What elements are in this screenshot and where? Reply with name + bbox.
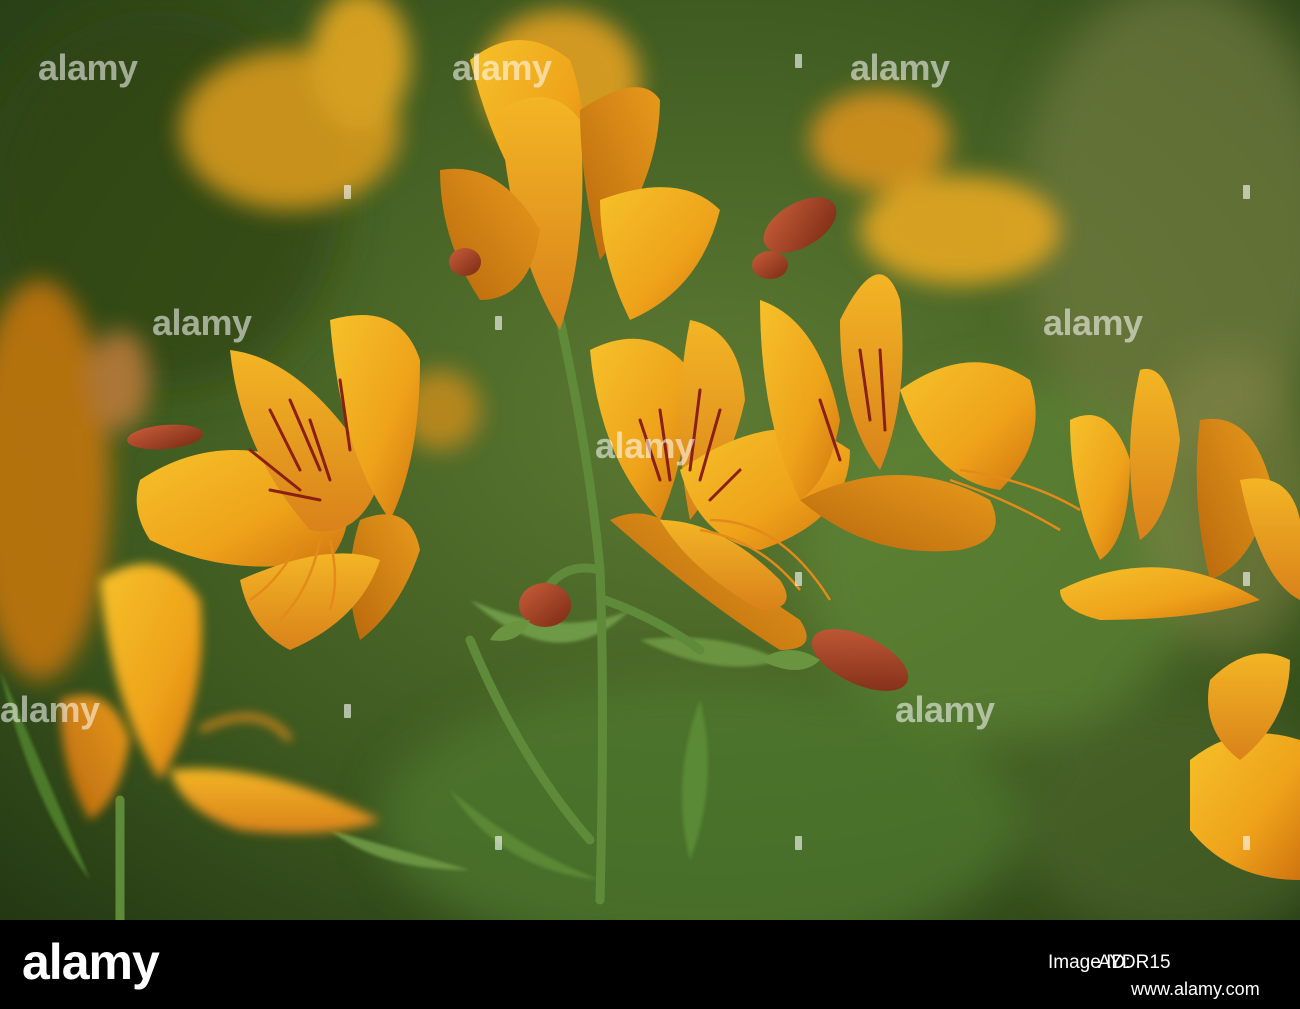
site-url[interactable]: www.alamy.com <box>1131 980 1260 998</box>
watermark-text: alamy <box>38 47 138 88</box>
watermark-mark <box>1243 572 1250 586</box>
watermark-text: alamy <box>452 47 552 88</box>
flower-photo: alamy alamy alamy alamy alamy alamy alam… <box>0 0 1300 920</box>
watermark-mark <box>344 704 351 718</box>
watermark-mark <box>1243 185 1250 199</box>
watermark-text: alamy <box>0 689 100 730</box>
stock-photo-page: alamy alamy alamy alamy alamy alamy alam… <box>0 0 1300 1009</box>
watermark-text: alamy <box>850 47 950 88</box>
watermark-text: alamy <box>595 425 695 466</box>
watermark-mark <box>795 572 802 586</box>
watermark-text: alamy <box>1043 302 1143 343</box>
watermark-text: alamy <box>895 689 995 730</box>
watermark-mark <box>495 836 502 850</box>
watermark-mark <box>495 316 502 330</box>
watermark-mark <box>795 54 802 68</box>
image-id: AYDR15 <box>1098 952 1171 973</box>
watermark-mark <box>1243 836 1250 850</box>
footer-bar: alamy Image ID: AYDR15 www.alamy.com <box>0 920 1300 1009</box>
watermark-text: alamy <box>152 302 252 343</box>
alamy-logo[interactable]: alamy <box>22 937 160 987</box>
watermark-mark <box>795 836 802 850</box>
watermark-mark <box>344 185 351 199</box>
